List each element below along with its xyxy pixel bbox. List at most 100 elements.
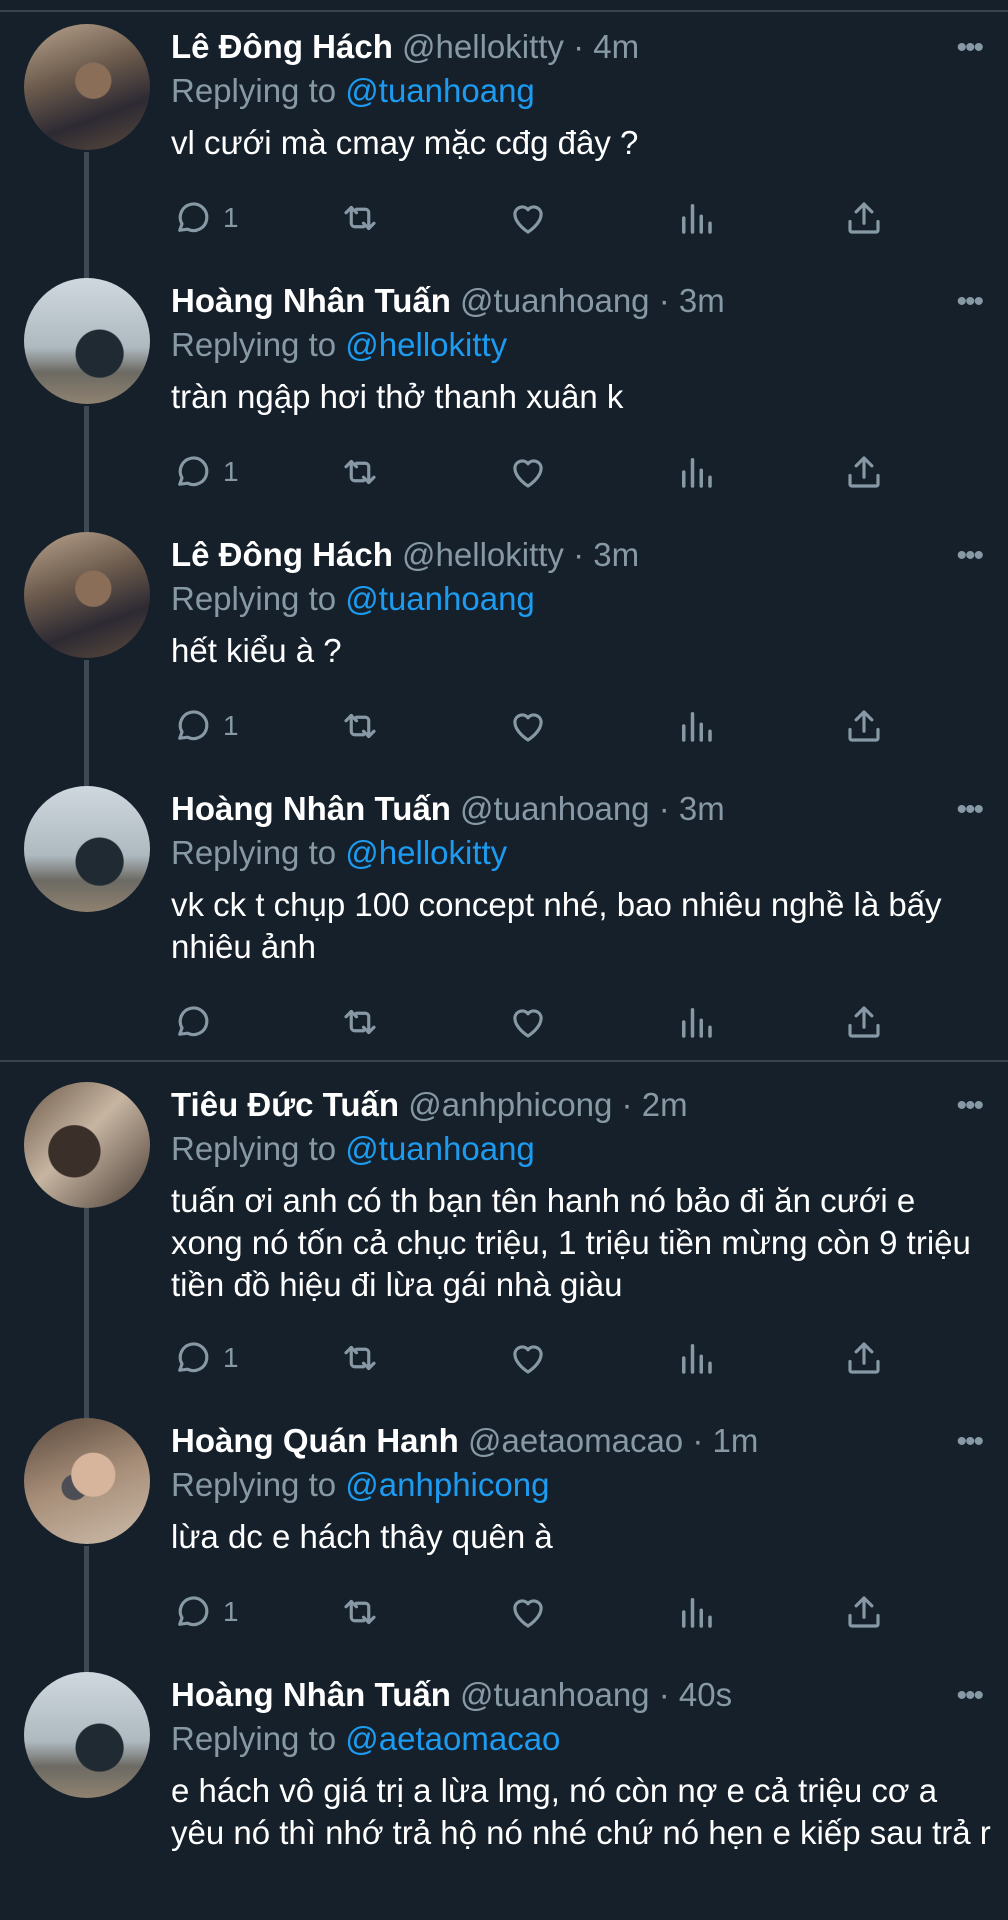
like-button[interactable] [507,196,549,240]
mention-link[interactable]: @hellokitty [345,834,507,871]
retweet-button[interactable] [339,450,381,494]
avatar[interactable] [24,532,150,658]
display-name[interactable]: Lê Đông Hách [171,28,393,65]
reply-icon [178,1596,209,1627]
replying-to: Replying to @hellokitty [171,326,507,364]
analytics-button[interactable] [675,1336,717,1380]
timestamp[interactable]: 3m [679,282,725,319]
username[interactable]: @anhphicong [408,1086,612,1123]
retweet-icon [344,1599,376,1625]
avatar[interactable] [24,1418,150,1544]
mention-link[interactable]: @hellokitty [345,326,507,363]
reply-button[interactable]: 1 [171,1590,239,1634]
mention-link[interactable]: @tuanhoang [345,1130,535,1167]
display-name[interactable]: Tiêu Đức Tuấn [171,1086,399,1123]
avatar[interactable] [24,24,150,150]
tweet-text: vl cưới mà cmay mặc cđg đây ? [171,124,639,161]
share-button[interactable] [843,1000,885,1044]
tweet-text: lừa dc e hách thây quên à [171,1518,553,1555]
reply-button[interactable]: 1 [171,450,239,494]
display-name[interactable]: Hoàng Nhân Tuấn [171,282,451,319]
analytics-button[interactable] [675,704,717,748]
username[interactable]: @tuanhoang [460,282,650,319]
analytics-button[interactable] [675,1000,717,1044]
analytics-button[interactable] [675,1590,717,1634]
more-icon[interactable]: ••• [956,287,983,317]
share-button[interactable] [843,1590,885,1634]
separator-dot: · [658,1676,670,1713]
retweet-button[interactable] [339,1000,381,1044]
display-name[interactable]: Hoàng Nhân Tuấn [171,790,451,827]
more-icon[interactable]: ••• [956,1681,983,1711]
like-button[interactable] [507,1590,549,1634]
share-icon [848,456,880,488]
heart-icon [513,1009,543,1038]
avatar[interactable] [24,1082,150,1208]
username[interactable]: @tuanhoang [460,1676,650,1713]
tweet-text: tràn ngập hơi thở thanh xuân k [171,378,624,415]
timestamp[interactable]: 4m [593,28,639,65]
share-icon [848,1342,880,1374]
thread-line [84,152,89,280]
username[interactable]: @hellokitty [402,536,564,573]
tweet-text: hết kiểu à ? [171,632,342,669]
share-button[interactable] [843,704,885,748]
analytics-icon [682,712,712,742]
display-name[interactable]: Hoàng Nhân Tuấn [171,1676,451,1713]
analytics-icon [682,204,712,234]
share-button[interactable] [843,196,885,240]
mention-link[interactable]: @tuanhoang [345,72,535,109]
replying-label: Replying to [171,1466,337,1503]
timestamp[interactable]: 2m [642,1086,688,1123]
analytics-button[interactable] [675,196,717,240]
timestamp[interactable]: 1m [713,1422,759,1459]
timestamp[interactable]: 40s [679,1676,732,1713]
tweet-header: Lê Đông Hách @hellokitty · 3m [171,536,639,574]
replying-label: Replying to [171,72,337,109]
avatar[interactable] [24,1672,150,1798]
heart-icon [513,205,543,234]
mention-link[interactable]: @anhphicong [345,1466,549,1503]
like-button[interactable] [507,1336,549,1380]
reply-button[interactable] [171,1000,223,1044]
replying-label: Replying to [171,834,337,871]
analytics-button[interactable] [675,450,717,494]
retweet-button[interactable] [339,196,381,240]
thread-line [84,660,89,788]
reply-button[interactable]: 1 [171,1336,239,1380]
timestamp[interactable]: 3m [593,536,639,573]
retweet-button[interactable] [339,1336,381,1380]
share-button[interactable] [843,450,885,494]
analytics-icon [682,1598,712,1628]
username[interactable]: @tuanhoang [460,790,650,827]
replying-label: Replying to [171,580,337,617]
replying-to: Replying to @anhphicong [171,1466,549,1504]
username[interactable]: @aetaomacao [468,1422,683,1459]
reply-button[interactable]: 1 [171,196,239,240]
retweet-button[interactable] [339,1590,381,1634]
like-button[interactable] [507,1000,549,1044]
more-icon[interactable]: ••• [956,1427,983,1457]
retweet-button[interactable] [339,704,381,748]
display-name[interactable]: Lê Đông Hách [171,536,393,573]
reply-button[interactable]: 1 [171,704,239,748]
avatar[interactable] [24,786,150,912]
display-name[interactable]: Hoàng Quán Hanh [171,1422,459,1459]
avatar[interactable] [24,278,150,404]
username[interactable]: @hellokitty [402,28,564,65]
more-icon[interactable]: ••• [956,33,983,63]
share-button[interactable] [843,1336,885,1380]
mention-link[interactable]: @aetaomacao [345,1720,560,1757]
separator-dot: · [573,28,585,65]
more-icon[interactable]: ••• [956,541,983,571]
tweet-header: Tiêu Đức Tuấn @anhphicong · 2m [171,1086,688,1124]
replying-label: Replying to [171,1720,337,1757]
action-bar: 1 [171,1336,891,1380]
more-icon[interactable]: ••• [956,795,983,825]
like-button[interactable] [507,704,549,748]
timestamp[interactable]: 3m [679,790,725,827]
reply-icon [178,202,209,233]
more-icon[interactable]: ••• [956,1091,983,1121]
mention-link[interactable]: @tuanhoang [345,580,535,617]
like-button[interactable] [507,450,549,494]
